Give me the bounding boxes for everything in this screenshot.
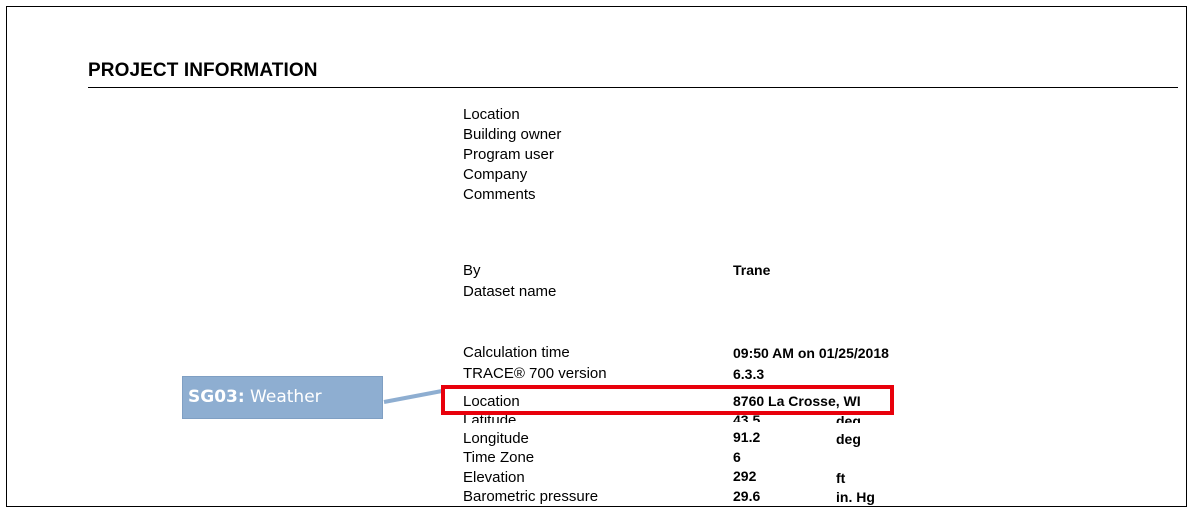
callout-code: SG03: [188,387,245,407]
callout-connector-line [383,389,443,404]
callout-text: Weather [244,387,322,407]
weather-location-highlight-box [441,385,894,415]
weather-callout-label: SG03: Weather [182,376,383,419]
